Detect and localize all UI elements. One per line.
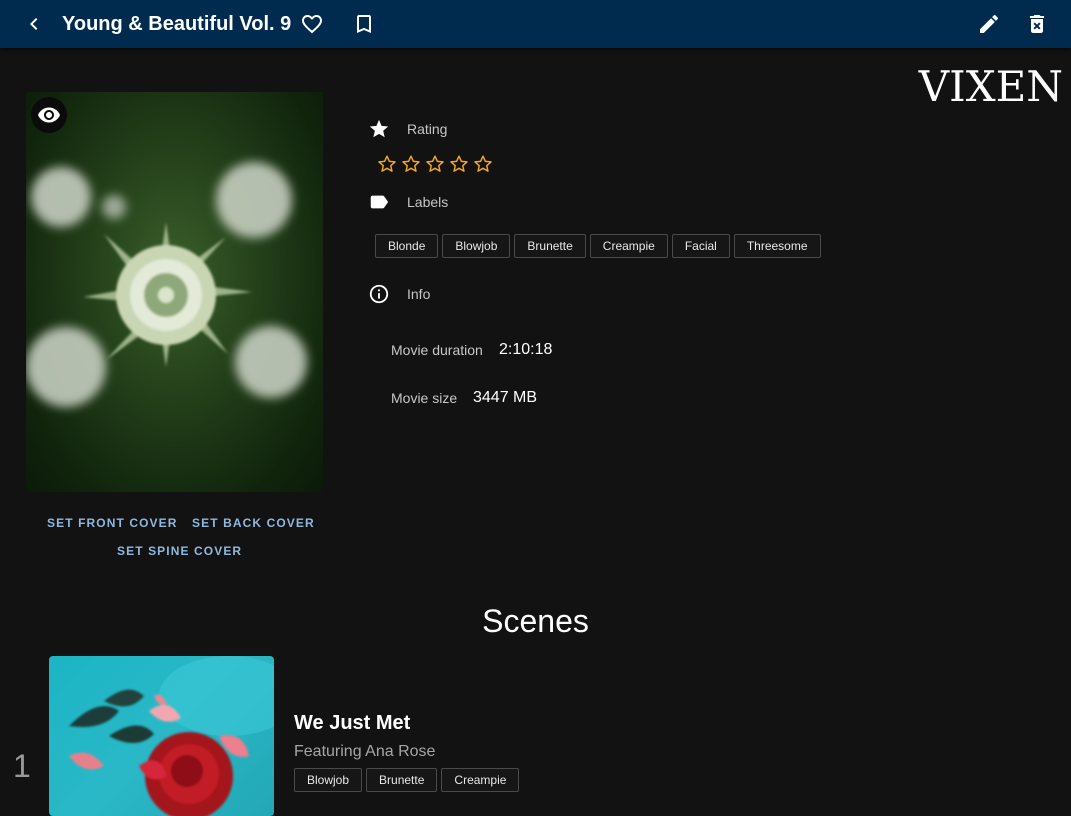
label-chip[interactable]: Blonde [375, 234, 439, 258]
movie-duration-value: 2:10:18 [499, 341, 553, 358]
label-chip[interactable]: Creampie [441, 768, 520, 792]
scene-title[interactable]: We Just Met [294, 712, 410, 735]
set-front-cover-button[interactable]: Set front cover [47, 516, 178, 530]
label-chip[interactable]: Threesome [733, 234, 821, 258]
front-cover-image[interactable] [26, 92, 323, 492]
star-outline-icon[interactable] [424, 153, 446, 175]
back-button[interactable] [10, 0, 58, 48]
set-spine-cover-button[interactable]: Set spine cover [117, 544, 242, 558]
favorite-button[interactable] [288, 0, 336, 48]
star-outline-icon[interactable] [472, 153, 494, 175]
bookmark-button[interactable] [340, 0, 388, 48]
star-outline-icon[interactable] [448, 153, 470, 175]
info-label: Info [407, 286, 431, 302]
delete-button[interactable] [1013, 0, 1061, 48]
pencil-icon [980, 14, 999, 34]
scene-actors: Featuring Ana Rose [294, 743, 436, 760]
page-title: Young & Beautiful Vol. 9 [62, 13, 292, 35]
flower-illustration [26, 162, 307, 407]
label-chip[interactable]: Creampie [589, 234, 668, 258]
label-chip[interactable]: Blowjob [442, 234, 511, 258]
delete-icon [1030, 15, 1044, 33]
movie-labels: Blonde Blowjob Brunette Creampie Facial … [375, 234, 825, 258]
chevron-left-icon [30, 18, 38, 30]
scene-thumbnail[interactable] [49, 656, 274, 816]
rose-illustration [69, 656, 274, 816]
label-chip[interactable]: Facial [671, 234, 730, 258]
scenes-heading: Scenes [482, 603, 589, 639]
scene-number: 1 [13, 748, 31, 784]
star-outline-icon[interactable] [400, 153, 422, 175]
studio-logo[interactable]: VIXEN [919, 62, 1063, 111]
label-chip[interactable]: Blowjob [294, 768, 363, 792]
movie-duration-label: Movie duration [391, 342, 483, 358]
label-icon [368, 191, 390, 213]
heart-outline-icon [302, 15, 322, 34]
rating-stars[interactable] [376, 153, 494, 175]
bookmark-outline-icon [357, 15, 371, 33]
rating-label: Rating [407, 121, 448, 137]
info-icon [368, 283, 390, 305]
scene-labels: Blowjob Brunette Creampie [294, 768, 523, 792]
movie-size-value: 3447 MB [473, 389, 538, 406]
movie-size-label: Movie size [391, 390, 458, 406]
labels-label: Labels [407, 194, 449, 210]
label-chip[interactable]: Brunette [514, 234, 586, 258]
app-bar: Young & Beautiful Vol. 9 [0, 0, 1071, 48]
star-icon [368, 118, 390, 140]
eye-icon [38, 107, 60, 123]
star-outline-icon[interactable] [376, 153, 398, 175]
edit-button[interactable] [965, 0, 1013, 48]
label-chip[interactable]: Brunette [366, 768, 438, 792]
view-cover-button[interactable] [31, 97, 67, 133]
set-back-cover-button[interactable]: Set back cover [192, 516, 315, 530]
